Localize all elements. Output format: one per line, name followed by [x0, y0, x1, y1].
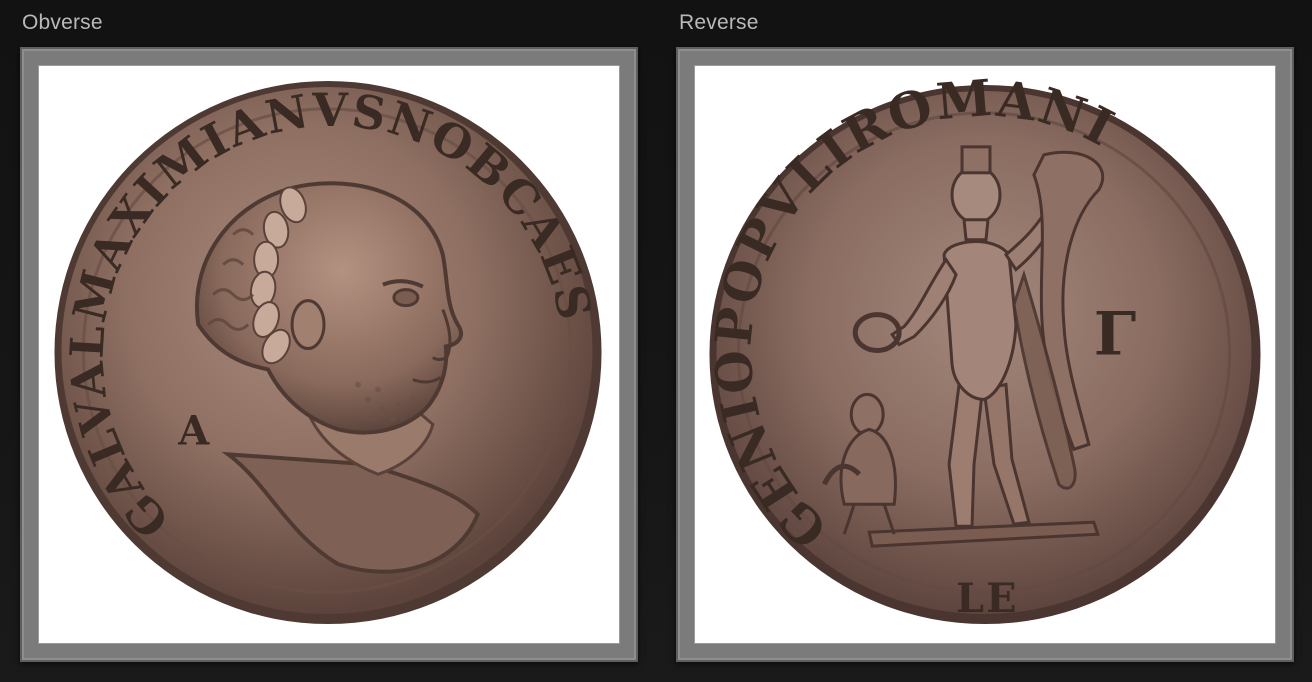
obverse-image: GALVALMAXIMIANVSNOBCAES A	[38, 65, 620, 644]
reverse-frame[interactable]: GENIOPOPVLIROMANI Γ LE	[676, 47, 1294, 662]
reverse-mintmark: LE	[956, 576, 1019, 622]
obverse-coin: GALVALMAXIMIANVSNOBCAES A	[54, 80, 602, 625]
reverse-coin: GENIOPOPVLIROMANI Γ LE	[703, 68, 1261, 625]
coin-viewer: Obverse GALVALMAXIMIANVSNOBCAES A Revers…	[0, 0, 1312, 682]
reverse-field-mark: Γ	[1094, 300, 1139, 370]
reverse-label: Reverse	[679, 11, 759, 34]
obverse-field-mark: A	[177, 408, 211, 454]
obverse-label: Obverse	[22, 11, 103, 34]
reverse-image: GENIOPOPVLIROMANI Γ LE	[694, 65, 1276, 644]
obverse-frame[interactable]: GALVALMAXIMIANVSNOBCAES A	[20, 47, 638, 662]
